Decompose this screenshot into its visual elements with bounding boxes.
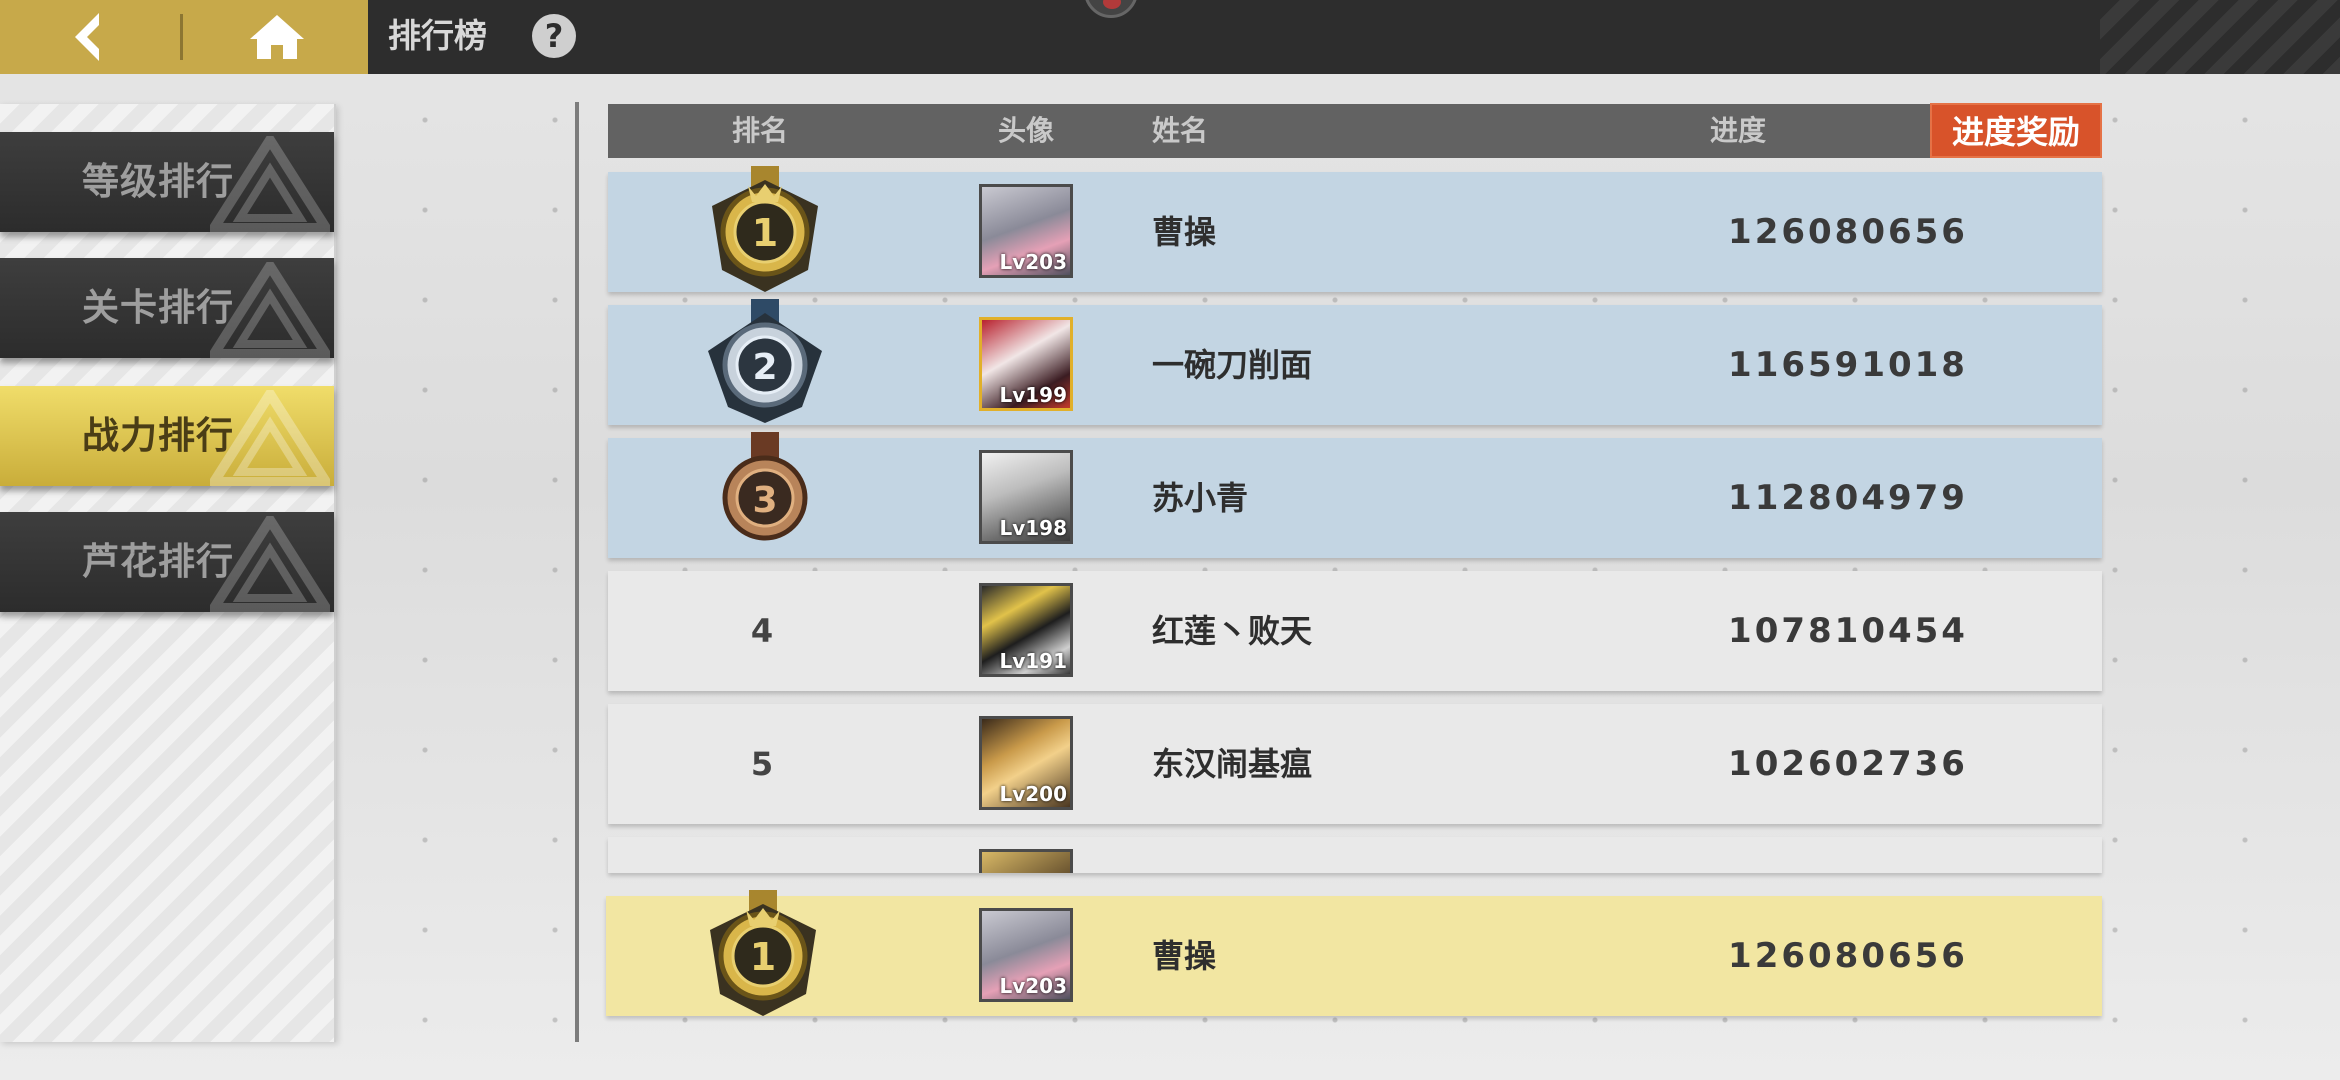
level-badge: Lv198 bbox=[999, 516, 1067, 540]
player-name: 曹操 bbox=[1152, 937, 1217, 975]
tab-stage-ranking[interactable]: 关卡排行 bbox=[0, 258, 334, 358]
rank-number: 5 bbox=[750, 745, 774, 783]
avatar[interactable]: Lv200 bbox=[979, 716, 1073, 810]
player-score: 107810454 bbox=[1728, 611, 1968, 651]
player-name: 一碗刀削面 bbox=[1152, 346, 1313, 384]
player-score: 116591018 bbox=[1728, 345, 1968, 385]
home-button[interactable] bbox=[242, 10, 312, 64]
silver-medal-icon: 2 bbox=[708, 299, 822, 423]
svg-text:2: 2 bbox=[752, 347, 777, 388]
avatar[interactable]: Lv203 bbox=[979, 908, 1073, 1002]
avatar[interactable] bbox=[979, 849, 1073, 873]
rank-number: 4 bbox=[750, 612, 774, 650]
column-header-avatar: 头像 bbox=[998, 114, 1055, 147]
player-name: 曹操 bbox=[1152, 213, 1217, 251]
player-name: 苏小青 bbox=[1152, 479, 1249, 517]
avatar[interactable]: Lv191 bbox=[979, 583, 1073, 677]
bronze-medal-icon: 3 bbox=[722, 432, 808, 541]
player-score: 112804979 bbox=[1728, 478, 1968, 518]
tab-level-ranking[interactable]: 等级排行 bbox=[0, 132, 334, 232]
nav-block bbox=[0, 0, 368, 74]
nav-separator bbox=[180, 14, 183, 60]
tab-emblem-icon bbox=[210, 390, 330, 486]
my-rank-row: 1 Lv203 曹操 126080656 bbox=[606, 890, 2102, 1016]
table-row[interactable]: 3 Lv198 苏小青 112804979 bbox=[608, 432, 2102, 558]
top-bar: 排行榜 ? bbox=[0, 0, 2340, 74]
column-header-progress: 进度 bbox=[1710, 114, 1767, 147]
progress-reward-button[interactable]: 进度奖励 bbox=[1930, 103, 2102, 158]
avatar[interactable]: Lv198 bbox=[979, 450, 1073, 544]
table-header: 排名 头像 姓名 进度 bbox=[608, 104, 2102, 158]
tab-emblem-icon bbox=[210, 136, 330, 232]
tab-emblem-icon bbox=[210, 516, 330, 612]
level-badge: Lv203 bbox=[999, 974, 1067, 998]
tab-emblem-icon bbox=[210, 262, 330, 358]
table-row-partial[interactable] bbox=[608, 837, 2102, 873]
player-score: 126080656 bbox=[1728, 936, 1968, 976]
player-score: 102602736 bbox=[1728, 744, 1968, 784]
level-badge: Lv200 bbox=[999, 782, 1067, 806]
help-button[interactable]: ? bbox=[532, 14, 576, 58]
table-row[interactable]: 4 Lv191 红莲丶败天 107810454 bbox=[608, 571, 2102, 691]
home-icon bbox=[250, 15, 304, 59]
table-row[interactable]: 1 Lv203 曹操 126080656 bbox=[608, 166, 2102, 292]
level-badge: Lv199 bbox=[999, 383, 1067, 407]
table-row[interactable]: 2 Lv199 一碗刀削面 116591018 bbox=[608, 299, 2102, 425]
top-bar-stripes bbox=[2100, 0, 2340, 74]
back-arrow-icon bbox=[75, 13, 99, 61]
avatar[interactable]: Lv199 bbox=[979, 317, 1073, 411]
svg-text:1: 1 bbox=[750, 935, 776, 979]
table-row[interactable]: 5 Lv200 东汉闹基瘟 102602736 bbox=[608, 704, 2102, 824]
level-badge: Lv191 bbox=[999, 649, 1067, 673]
player-score: 126080656 bbox=[1728, 212, 1968, 252]
avatar[interactable]: Lv203 bbox=[979, 184, 1073, 278]
column-header-rank: 排名 bbox=[732, 114, 789, 147]
level-badge: Lv203 bbox=[999, 250, 1067, 274]
column-header-name: 姓名 bbox=[1152, 114, 1209, 147]
player-name: 红莲丶败天 bbox=[1152, 612, 1313, 650]
player-name: 东汉闹基瘟 bbox=[1152, 745, 1313, 783]
top-orb-icon bbox=[1084, 0, 1138, 18]
panel-divider bbox=[575, 102, 579, 1042]
tab-luhua-ranking[interactable]: 芦花排行 bbox=[0, 512, 334, 612]
back-button[interactable] bbox=[60, 8, 118, 66]
page-title: 排行榜 bbox=[388, 16, 487, 55]
gold-medal-icon: 1 bbox=[712, 166, 818, 292]
ranking-category-panel: 等级排行 关卡排行 战力排行 芦花排行 bbox=[0, 104, 336, 1042]
svg-text:3: 3 bbox=[752, 480, 777, 521]
gold-medal-icon: 1 bbox=[710, 890, 816, 1016]
svg-text:1: 1 bbox=[752, 211, 778, 255]
tab-power-ranking[interactable]: 战力排行 bbox=[0, 386, 334, 486]
